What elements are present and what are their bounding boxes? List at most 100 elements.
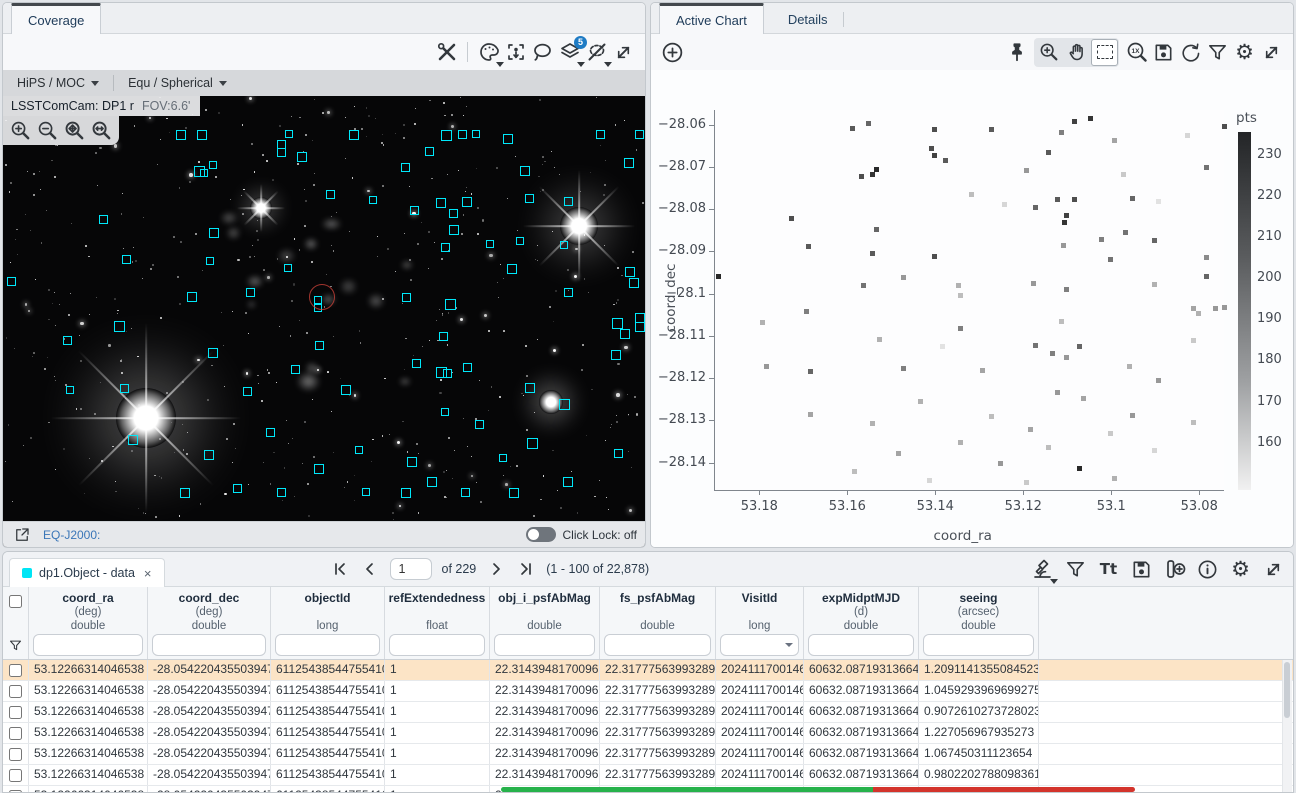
- inspect-button[interactable]: [1029, 556, 1056, 583]
- cell-objectId[interactable]: 611254385447554104: [271, 786, 385, 792]
- chart-settings-button[interactable]: ⚙: [1231, 39, 1258, 66]
- filter-input-fs_psfAbMag[interactable]: [605, 635, 710, 655]
- tab-details[interactable]: Details: [772, 6, 844, 33]
- filter-input-seeing[interactable]: [924, 635, 1033, 655]
- cell-expMidptMJD[interactable]: 60632.08719313664: [804, 702, 919, 722]
- zoom-original-button[interactable]: 1X: [1123, 39, 1150, 66]
- cell-coord_ra[interactable]: 53.12266314046538: [29, 723, 148, 743]
- cell-coord_dec[interactable]: -28.054220435503947: [148, 765, 271, 785]
- cell-objectId[interactable]: 611254385447554104: [271, 723, 385, 743]
- cell-coord_dec[interactable]: -28.054220435503947: [148, 723, 271, 743]
- column-name[interactable]: coord_ra: [62, 591, 113, 605]
- cell-expMidptMJD[interactable]: 60632.08719313664: [804, 723, 919, 743]
- cell-objectId[interactable]: 611254385447554104: [271, 744, 385, 764]
- cell-VisitId[interactable]: 2024111700146: [716, 681, 804, 701]
- cell-refExtendedness[interactable]: 1: [385, 786, 490, 792]
- table-settings-button[interactable]: ⚙: [1227, 556, 1254, 583]
- projection-dropdown[interactable]: Equ / Spherical: [114, 70, 241, 96]
- vertical-scrollbar[interactable]: [1282, 660, 1292, 792]
- cell-obj_i_psfAbMag[interactable]: 22.31439481700967: [490, 744, 600, 764]
- table-row[interactable]: 53.12266314046538-28.0542204355039476112…: [3, 702, 1293, 723]
- select-region-icon[interactable]: [529, 39, 556, 66]
- cell-coord_dec[interactable]: -28.054220435503947: [148, 786, 271, 792]
- page-number-input[interactable]: [390, 558, 432, 580]
- table-row[interactable]: 53.12266314046538-28.0542204355039476112…: [3, 765, 1293, 786]
- first-page-button[interactable]: [330, 559, 350, 579]
- next-page-button[interactable]: [486, 559, 506, 579]
- filter-input-expMidptMJD[interactable]: [809, 635, 913, 655]
- hips-moc-dropdown[interactable]: HiPS / MOC: [3, 70, 113, 96]
- prev-page-button[interactable]: [360, 559, 380, 579]
- cell-refExtendedness[interactable]: 1: [385, 660, 490, 680]
- cell-seeing[interactable]: 1.0459293969699275: [919, 681, 1039, 701]
- cell-VisitId[interactable]: 2024111700146: [716, 660, 804, 680]
- expand-icon[interactable]: [610, 39, 637, 66]
- zoom-in-button[interactable]: [7, 117, 34, 144]
- select-mode-button[interactable]: [1091, 39, 1118, 66]
- tools-icon[interactable]: [433, 39, 460, 66]
- click-lock-toggle[interactable]: [526, 527, 556, 542]
- table-info-button[interactable]: [1194, 556, 1221, 583]
- save-table-button[interactable]: [1128, 556, 1155, 583]
- column-name[interactable]: coord_dec: [179, 591, 240, 605]
- column-name[interactable]: obj_i_psfAbMag: [498, 591, 591, 605]
- cell-coord_ra[interactable]: 53.12266314046538: [29, 702, 148, 722]
- cell-refExtendedness[interactable]: 1: [385, 744, 490, 764]
- add-chart-button[interactable]: [659, 39, 686, 66]
- cell-refExtendedness[interactable]: 1: [385, 723, 490, 743]
- cell-seeing[interactable]: 1.227056967935273: [919, 723, 1039, 743]
- cell-VisitId[interactable]: 2024111700146: [716, 702, 804, 722]
- cell-VisitId[interactable]: 2024111700146: [716, 744, 804, 764]
- column-name[interactable]: refExtendedness: [389, 591, 486, 605]
- table-row[interactable]: 53.12266314046538-28.0542204355039476112…: [3, 723, 1293, 744]
- cell-coord_dec[interactable]: -28.054220435503947: [148, 681, 271, 701]
- last-page-button[interactable]: [516, 559, 536, 579]
- cell-seeing[interactable]: 1.067450311123654: [919, 744, 1039, 764]
- tab-coverage[interactable]: Coverage: [11, 3, 101, 34]
- cell-fs_psfAbMag[interactable]: 22.31777563993289: [600, 702, 716, 722]
- zoom-out-button[interactable]: [34, 117, 61, 144]
- cell-refExtendedness[interactable]: 1: [385, 765, 490, 785]
- recenter-icon[interactable]: [502, 39, 529, 66]
- row-checkbox[interactable]: [9, 706, 22, 719]
- cell-seeing[interactable]: 1.2091141355084523: [919, 660, 1039, 680]
- zoom-mode-button[interactable]: [1035, 39, 1062, 66]
- column-name[interactable]: expMidptMJD: [822, 591, 900, 605]
- row-checkbox[interactable]: [9, 790, 22, 793]
- add-column-button[interactable]: [1161, 556, 1188, 583]
- cell-expMidptMJD[interactable]: 60632.08719313664: [804, 765, 919, 785]
- zoom-fill-button[interactable]: [88, 117, 115, 144]
- cell-obj_i_psfAbMag[interactable]: 22.31439481700967: [490, 702, 600, 722]
- filter-input-coord_dec[interactable]: [153, 635, 265, 655]
- restore-chart-button[interactable]: [1177, 39, 1204, 66]
- table-row[interactable]: 53.12266314046538-28.0542204355039476112…: [3, 744, 1293, 765]
- row-checkbox[interactable]: [9, 685, 22, 698]
- pan-mode-button[interactable]: [1063, 39, 1090, 66]
- cell-VisitId[interactable]: 2024111700146: [716, 723, 804, 743]
- cell-objectId[interactable]: 611254385447554104: [271, 765, 385, 785]
- cell-refExtendedness[interactable]: 1: [385, 681, 490, 701]
- cell-coord_dec[interactable]: -28.054220435503947: [148, 660, 271, 680]
- text-view-button[interactable]: Tt: [1095, 556, 1122, 583]
- cell-coord_dec[interactable]: -28.054220435503947: [148, 744, 271, 764]
- cell-seeing[interactable]: 0.9802202788098361: [919, 765, 1039, 785]
- filter-input-coord_ra[interactable]: [34, 635, 142, 655]
- popout-button[interactable]: [11, 524, 33, 546]
- table-row[interactable]: 53.12266314046538-28.0542204355039476112…: [3, 681, 1293, 702]
- filter-input-obj_i_psfAbMag[interactable]: [495, 635, 594, 655]
- cell-expMidptMJD[interactable]: 60632.08719313664: [804, 744, 919, 764]
- cell-coord_ra[interactable]: 53.12266314046538: [29, 681, 148, 701]
- row-checkbox[interactable]: [9, 727, 22, 740]
- cell-objectId[interactable]: 611254385447554104: [271, 660, 385, 680]
- color-palette-icon[interactable]: [475, 39, 502, 66]
- cell-VisitId[interactable]: 2024111700146: [716, 765, 804, 785]
- filter-input-objectId[interactable]: [276, 635, 379, 655]
- cell-obj_i_psfAbMag[interactable]: 22.31439481700967: [490, 660, 600, 680]
- filter-input-refExtendedness[interactable]: [390, 635, 484, 655]
- cell-obj_i_psfAbMag[interactable]: 22.31439481700967: [490, 765, 600, 785]
- chevron-down-icon[interactable]: [785, 643, 793, 647]
- cell-fs_psfAbMag[interactable]: 22.31777563993289: [600, 660, 716, 680]
- column-name[interactable]: seeing: [959, 591, 997, 605]
- zoom-fit-button[interactable]: [61, 117, 88, 144]
- chart-filter-button[interactable]: [1204, 39, 1231, 66]
